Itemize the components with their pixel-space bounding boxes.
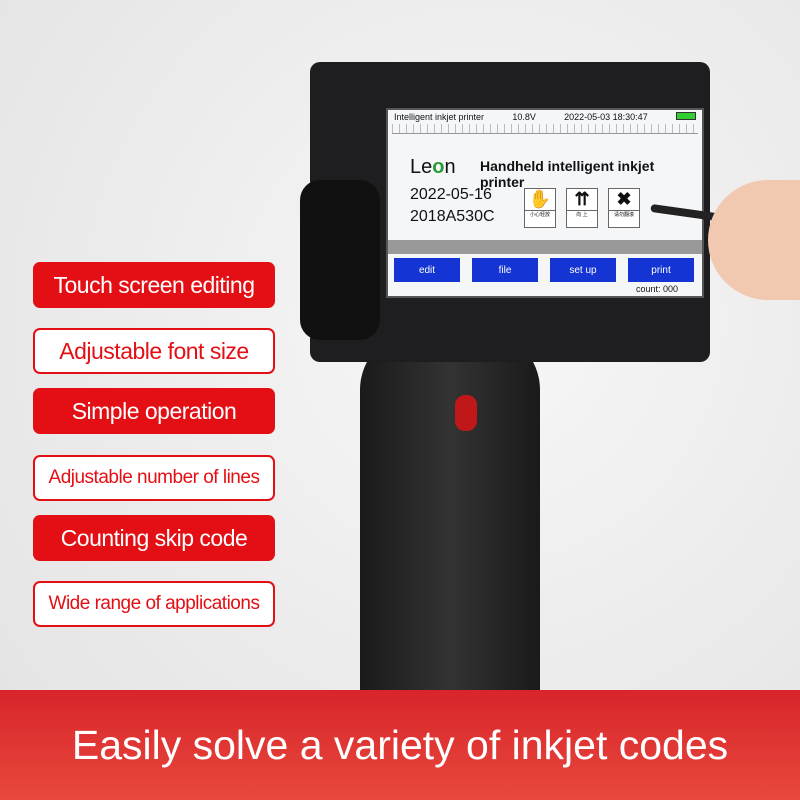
print-button[interactable]: print [628,258,694,282]
datetime: 2022-05-03 18:30:47 [564,112,648,122]
banner: Easily solve a variety of inkjet codes [0,690,800,800]
count-readout: count: 000 [635,284,678,294]
file-button[interactable]: file [472,258,538,282]
printer-handle [360,330,540,690]
voltage: 10.8V [512,112,536,122]
hand [708,180,800,300]
feature-label: Simple operation [33,388,275,434]
print-code: 2018A530C [410,208,495,225]
edit-button[interactable]: edit [394,258,460,282]
scrollbar[interactable] [388,240,702,254]
logo: Leon [410,156,456,178]
trigger-button [455,395,477,431]
this-way-up-icon: ⇈ 向 上 [566,188,598,228]
screen-title: Intelligent inkjet printer [394,112,485,122]
print-head [300,180,380,340]
feature-label: Wide range of applications [33,581,275,627]
fragile-icon: ✋ 小心轻放 [524,188,556,228]
print-date: 2022-05-16 [410,186,492,203]
feature-label: Adjustable font size [33,328,275,374]
feature-label: Adjustable number of lines [33,455,275,501]
setup-button[interactable]: set up [550,258,616,282]
battery-icon [675,112,696,120]
headline: Handheld intelligent inkjet printer [480,158,655,190]
ruler [392,124,698,134]
feature-label: Counting skip code [33,515,275,561]
feature-label: Touch screen editing [33,262,275,308]
do-not-roll-icon: ✖ 请勿翻滚 [608,188,640,228]
touch-screen: Intelligent inkjet printer 10.8V 2022-05-0… [386,108,704,298]
